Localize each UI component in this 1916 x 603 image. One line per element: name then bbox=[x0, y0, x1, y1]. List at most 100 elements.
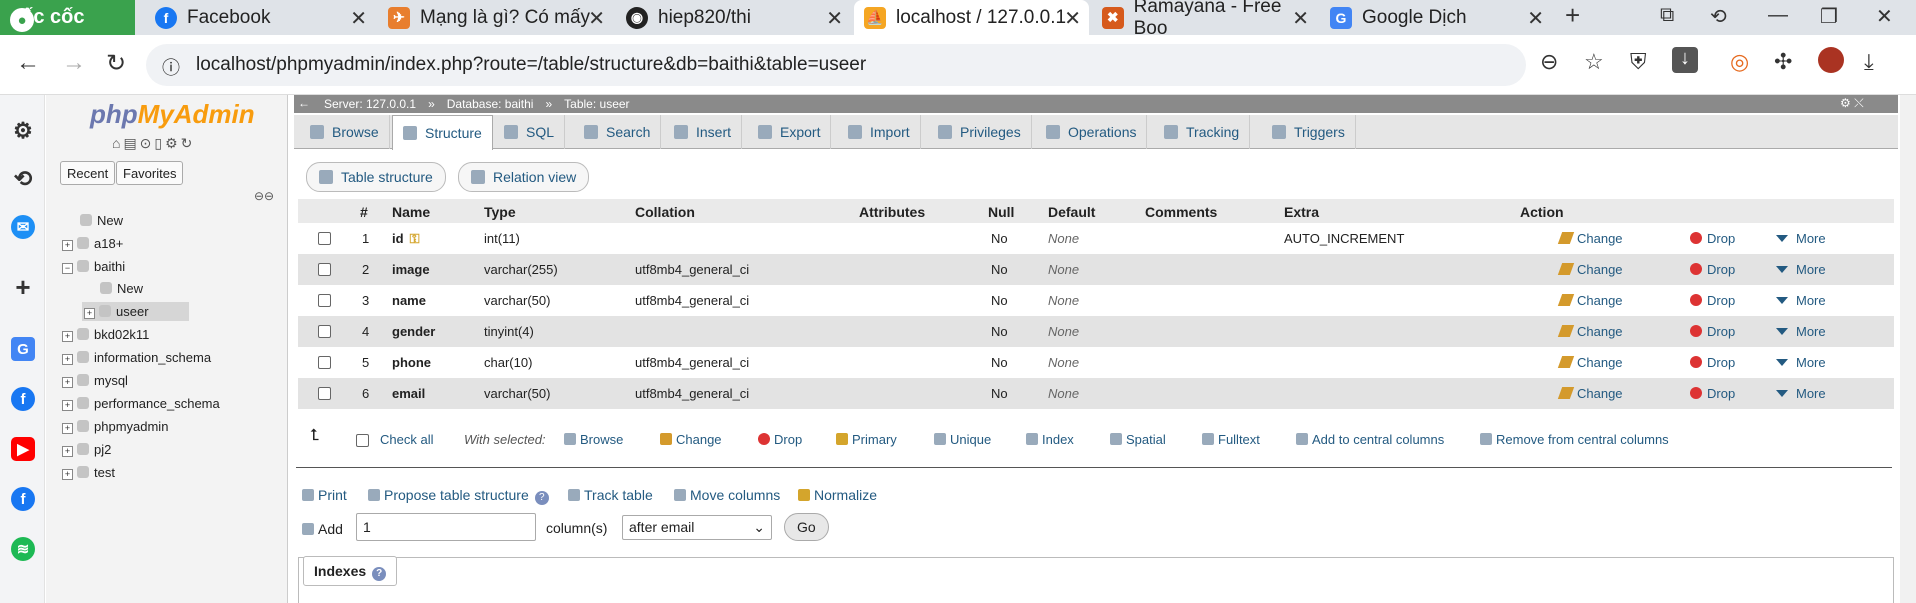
facebook-icon[interactable]: f bbox=[11, 387, 35, 411]
table-row[interactable]: 4 gender tinyint(4) No None Change Drop More bbox=[298, 316, 1894, 347]
col-attributes[interactable]: Attributes bbox=[859, 204, 925, 220]
col-type[interactable]: Type bbox=[484, 204, 516, 220]
breadcrumb-server[interactable]: Server: 127.0.0.1 bbox=[324, 97, 416, 111]
messenger-icon[interactable]: ✉ bbox=[11, 215, 35, 239]
bulk-primary[interactable]: Primary bbox=[836, 432, 897, 447]
more-button[interactable]: More bbox=[1776, 293, 1826, 308]
row-checkbox[interactable] bbox=[318, 356, 331, 369]
col-name[interactable]: Name bbox=[392, 204, 430, 220]
zoom-out-icon[interactable]: ⊖ bbox=[1540, 49, 1558, 75]
browser-logo[interactable]: ● cốc cốc bbox=[0, 0, 135, 35]
expand-icon[interactable]: + bbox=[62, 400, 73, 411]
drop-button[interactable]: Drop bbox=[1690, 355, 1735, 370]
history-back-icon[interactable]: ⟲ bbox=[1710, 4, 1727, 29]
profile-avatar[interactable] bbox=[1818, 47, 1844, 73]
tree-item-useer[interactable]: + useer bbox=[82, 302, 189, 321]
screenshot-icon[interactable]: ⧉ bbox=[1660, 4, 1674, 27]
propose-structure-link[interactable]: Propose table structure? bbox=[368, 487, 549, 505]
maximize-icon[interactable]: ❐ bbox=[1820, 4, 1838, 29]
close-icon[interactable]: ✕ bbox=[1292, 6, 1309, 31]
help-icon[interactable]: ? bbox=[534, 491, 549, 505]
tab-browse[interactable]: Browse bbox=[300, 115, 390, 149]
download-box-icon[interactable]: ↓ bbox=[1672, 47, 1698, 73]
bulk-remove-central[interactable]: Remove from central columns bbox=[1480, 432, 1669, 447]
url-input[interactable]: ⓘ localhost/phpmyadmin/index.php?route=/… bbox=[146, 44, 1526, 86]
tree-item-mysql[interactable]: + mysql bbox=[62, 373, 128, 388]
bulk-fulltext[interactable]: Fulltext bbox=[1202, 432, 1260, 447]
expand-icon[interactable]: + bbox=[62, 354, 73, 365]
move-columns-link[interactable]: Move columns bbox=[674, 487, 780, 503]
expand-icon[interactable]: + bbox=[62, 446, 73, 457]
print-link[interactable]: Print bbox=[302, 487, 347, 503]
window-close-icon[interactable]: ✕ bbox=[1876, 4, 1893, 29]
more-button[interactable]: More bbox=[1776, 324, 1826, 339]
tab-import[interactable]: Import bbox=[838, 115, 921, 149]
forward-icon[interactable]: → bbox=[62, 49, 86, 77]
tab-github[interactable]: ◉ hiep820/thi ✕ bbox=[616, 0, 851, 35]
track-table-link[interactable]: Track table bbox=[568, 487, 653, 503]
expand-icon[interactable]: + bbox=[62, 469, 73, 480]
bulk-change[interactable]: Change bbox=[660, 432, 722, 447]
tab-google-dich[interactable]: G Google Dịch ✕ bbox=[1320, 0, 1552, 35]
tree-item-baithi-new[interactable]: New bbox=[100, 281, 143, 296]
table-row[interactable]: 3 name varchar(50) utf8mb4_general_ci No None… bbox=[298, 285, 1894, 316]
table-row[interactable]: 5 phone char(10) utf8mb4_general_ci No None Ch… bbox=[298, 347, 1894, 378]
table-structure-button[interactable]: Table structure bbox=[306, 162, 446, 192]
row-checkbox[interactable] bbox=[318, 387, 331, 400]
more-button[interactable]: More bbox=[1776, 386, 1826, 401]
tab-privileges[interactable]: Privileges bbox=[928, 115, 1032, 149]
drop-button[interactable]: Drop bbox=[1690, 262, 1735, 277]
translate-icon[interactable]: G bbox=[11, 337, 35, 361]
bulk-add-central[interactable]: Add to central columns bbox=[1296, 432, 1444, 447]
normalize-link[interactable]: Normalize bbox=[798, 487, 877, 503]
check-all-label[interactable]: Check all bbox=[380, 432, 433, 447]
tab-export[interactable]: Export bbox=[748, 115, 832, 149]
tree-item-test[interactable]: + test bbox=[62, 465, 115, 480]
tab-structure[interactable]: Structure bbox=[392, 115, 493, 150]
expand-icon[interactable]: + bbox=[62, 377, 73, 388]
more-button[interactable]: More bbox=[1776, 262, 1826, 277]
expand-icon[interactable]: + bbox=[84, 308, 95, 319]
tab-mang[interactable]: ✈ Mạng là gì? Có mấy ✕ bbox=[378, 0, 613, 35]
nav-quick-icons[interactable]: ⌂▤⊙▯⚙↻ bbox=[112, 135, 195, 152]
pma-logo[interactable]: phpMyAdmin bbox=[90, 99, 255, 130]
bulk-spatial[interactable]: Spatial bbox=[1110, 432, 1166, 447]
tree-item-phpmyadmin[interactable]: + phpmyadmin bbox=[62, 419, 168, 434]
col-comments[interactable]: Comments bbox=[1145, 204, 1217, 220]
tab-localhost[interactable]: ⛵ localhost / 127.0.0.1 ✕ bbox=[854, 0, 1089, 35]
bulk-unique[interactable]: Unique bbox=[934, 432, 991, 447]
back-icon[interactable]: ← bbox=[16, 49, 40, 77]
recent-button[interactable]: Recent bbox=[60, 161, 116, 185]
relation-view-button[interactable]: Relation view bbox=[458, 162, 590, 192]
col-extra[interactable]: Extra bbox=[1284, 204, 1319, 220]
change-button[interactable]: Change bbox=[1557, 386, 1623, 401]
tree-item-information-schema[interactable]: + information_schema bbox=[62, 350, 211, 365]
col-collation[interactable]: Collation bbox=[635, 204, 695, 220]
expand-icon[interactable]: + bbox=[62, 423, 73, 434]
tree-item-a18[interactable]: + a18+ bbox=[62, 236, 123, 251]
change-button[interactable]: Change bbox=[1557, 262, 1623, 277]
bulk-browse[interactable]: Browse bbox=[564, 432, 623, 447]
shield-icon[interactable]: ⛨ bbox=[1630, 49, 1647, 75]
collapse-nav-icon[interactable]: ← bbox=[298, 96, 310, 110]
column-name[interactable]: phone bbox=[392, 355, 431, 370]
expand-icon[interactable]: + bbox=[62, 331, 73, 342]
row-checkbox[interactable] bbox=[318, 325, 331, 338]
drop-button[interactable]: Drop bbox=[1690, 386, 1735, 401]
tab-ramayana[interactable]: ✖ Ramayana - Free Boo ✕ bbox=[1092, 0, 1317, 39]
tab-operations[interactable]: Operations bbox=[1036, 115, 1148, 149]
column-name[interactable]: email bbox=[392, 386, 425, 401]
gear-icon[interactable]: ⚙ bbox=[11, 118, 35, 143]
help-icon[interactable]: ? bbox=[372, 567, 387, 581]
column-name[interactable]: image bbox=[392, 262, 430, 277]
bookmark-star-icon[interactable]: ☆ bbox=[1584, 49, 1604, 75]
close-icon[interactable]: ✕ bbox=[1527, 6, 1544, 31]
close-icon[interactable]: ✕ bbox=[350, 6, 367, 31]
row-checkbox[interactable] bbox=[318, 263, 331, 276]
more-button[interactable]: More bbox=[1776, 231, 1826, 246]
scrollbar[interactable] bbox=[1900, 95, 1916, 603]
more-button[interactable]: More bbox=[1776, 355, 1826, 370]
check-all-checkbox[interactable] bbox=[356, 434, 369, 447]
close-icon[interactable]: ✕ bbox=[826, 6, 843, 31]
close-icon[interactable]: ✕ bbox=[1064, 6, 1081, 31]
